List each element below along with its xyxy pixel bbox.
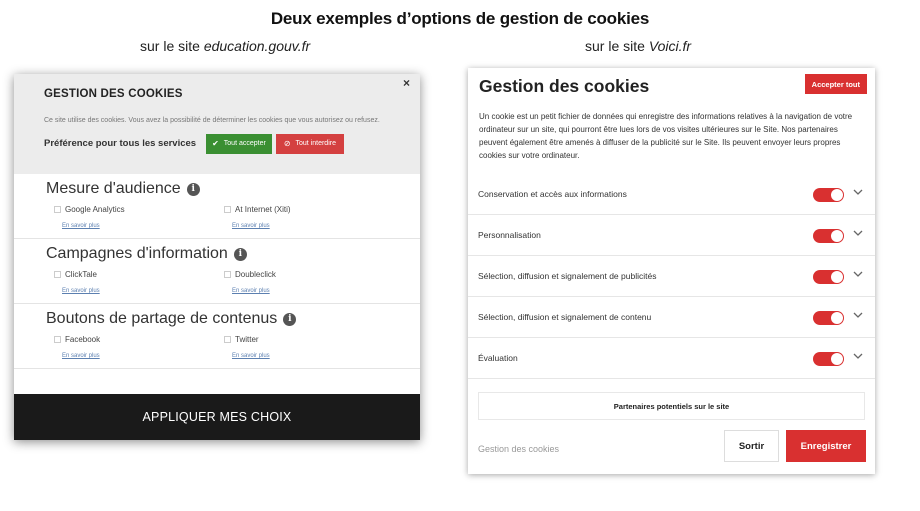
purpose-row: Sélection, diffusion et signalement de c… — [468, 297, 875, 338]
service-checkbox[interactable] — [224, 271, 231, 278]
left-panel-title: GESTION DES COOKIES — [44, 88, 183, 100]
section-title: Campagnes d'information i — [46, 239, 420, 263]
learn-more-link[interactable]: En savoir plus — [62, 288, 100, 294]
learn-more-link[interactable]: En savoir plus — [232, 223, 270, 229]
chevron-down-icon[interactable] — [852, 350, 864, 362]
service-item: ClickTale En savoir plus — [46, 270, 216, 297]
forbidden-icon: ⊘ — [283, 139, 291, 148]
voici-cookie-panel: Gestion des cookies Accepter tout Un coo… — [468, 68, 875, 474]
service-checkbox[interactable] — [224, 206, 231, 213]
global-preference-row: Préférence pour tous les services ✔ Tout… — [44, 133, 408, 154]
page-title: Deux exemples d’options de gestion de co… — [270, 9, 650, 28]
service-name: Twitter — [235, 335, 259, 344]
service-name: ClickTale — [65, 270, 98, 279]
purpose-row: Personnalisation — [468, 215, 875, 256]
service-row: Facebook En savoir plus Twitter En savoi… — [46, 328, 420, 368]
learn-more-link[interactable]: En savoir plus — [62, 353, 100, 359]
right-caption-site: Voici.fr — [648, 38, 692, 54]
service-row: ClickTale En savoir plus Doubleclick En … — [46, 263, 420, 303]
check-icon: ✔ — [212, 139, 219, 148]
accept-all-button[interactable]: Accepter tout — [804, 74, 867, 94]
section-audience: Mesure d'audience i Google Analytics En … — [14, 174, 420, 239]
purpose-row: Évaluation — [468, 338, 875, 379]
service-checkbox[interactable] — [54, 271, 61, 278]
service-checkbox[interactable] — [54, 336, 61, 343]
save-button[interactable]: Enregistrer — [786, 430, 866, 462]
left-caption-prefix: sur le site — [140, 38, 204, 54]
service-item: Facebook En savoir plus — [46, 335, 216, 362]
accept-all-button[interactable]: ✔ Tout accepter — [206, 133, 272, 154]
section-title: Boutons de partage de contenus i — [46, 304, 420, 328]
learn-more-link[interactable]: En savoir plus — [232, 288, 270, 294]
chevron-down-icon[interactable] — [852, 309, 864, 321]
service-item: At Internet (Xiti) En savoir plus — [216, 205, 386, 232]
chevron-down-icon[interactable] — [852, 268, 864, 280]
purpose-toggle[interactable] — [813, 352, 844, 366]
right-caption: sur le site Voici.fr — [585, 38, 691, 54]
close-icon[interactable]: × — [403, 76, 410, 90]
purpose-toggle[interactable] — [813, 188, 844, 202]
purpose-label: Personnalisation — [478, 230, 541, 240]
exit-button[interactable]: Sortir — [724, 430, 779, 462]
learn-more-link[interactable]: En savoir plus — [62, 223, 100, 229]
service-name: Google Analytics — [65, 205, 125, 214]
deny-all-button[interactable]: ⊘ Tout interdire — [275, 133, 344, 154]
left-caption-site: education.gouv.fr — [203, 38, 311, 54]
purpose-list: Conservation et accès aux informations P… — [468, 174, 875, 379]
learn-more-link[interactable]: En savoir plus — [232, 353, 270, 359]
service-item: Google Analytics En savoir plus — [46, 205, 216, 232]
service-item: Doubleclick En savoir plus — [216, 270, 386, 297]
chevron-down-icon[interactable] — [852, 186, 864, 198]
apply-choices-button[interactable]: APPLIQUER MES CHOIX — [14, 394, 420, 440]
right-panel-title: Gestion des cookies — [479, 76, 650, 96]
left-caption: sur le site education.gouv.fr — [140, 38, 310, 54]
section-campaigns: Campagnes d'information i ClickTale En s… — [14, 239, 420, 304]
right-panel-description: Un cookie est un petit fichier de donnée… — [479, 112, 853, 160]
section-title-text: Boutons de partage de contenus — [46, 310, 278, 327]
info-icon[interactable]: i — [283, 312, 297, 326]
education-cookie-panel: GESTION DES COOKIES × Ce site utilise de… — [14, 74, 420, 440]
service-name: Doubleclick — [235, 270, 276, 279]
service-checkbox[interactable] — [224, 336, 231, 343]
section-sharing: Boutons de partage de contenus i Faceboo… — [14, 304, 420, 369]
left-panel-header: GESTION DES COOKIES × Ce site utilise de… — [14, 74, 420, 174]
service-name: Facebook — [65, 335, 101, 344]
purpose-row: Sélection, diffusion et signalement de p… — [468, 256, 875, 297]
service-row: Google Analytics En savoir plus At Inter… — [46, 198, 420, 238]
preference-label: Préférence pour tous les services — [44, 138, 197, 149]
footer-label: Gestion des cookies — [478, 444, 560, 454]
chevron-down-icon[interactable] — [852, 227, 864, 239]
purpose-label: Évaluation — [478, 353, 518, 363]
right-caption-prefix: sur le site — [585, 38, 649, 54]
purpose-label: Sélection, diffusion et signalement de p… — [478, 271, 657, 281]
service-item: Twitter En savoir plus — [216, 335, 386, 362]
accept-all-label: Tout accepter — [223, 140, 266, 147]
service-name: At Internet (Xiti) — [235, 205, 291, 214]
info-icon[interactable]: i — [186, 182, 200, 196]
purpose-row: Conservation et accès aux informations — [468, 174, 875, 215]
purpose-toggle[interactable] — [813, 229, 844, 243]
purpose-label: Sélection, diffusion et signalement de c… — [478, 312, 652, 322]
partners-button[interactable]: Partenaires potentiels sur le site — [478, 392, 865, 420]
deny-all-label: Tout interdire — [295, 140, 336, 147]
purpose-toggle[interactable] — [813, 270, 844, 284]
left-panel-description: Ce site utilise des cookies. Vous avez l… — [44, 117, 380, 124]
section-title-text: Mesure d'audience — [46, 180, 181, 197]
purpose-label: Conservation et accès aux informations — [478, 189, 627, 199]
section-title-text: Campagnes d'information — [46, 245, 228, 262]
service-checkbox[interactable] — [54, 206, 61, 213]
purpose-toggle[interactable] — [813, 311, 844, 325]
info-icon[interactable]: i — [233, 247, 247, 261]
section-title: Mesure d'audience i — [46, 174, 420, 198]
